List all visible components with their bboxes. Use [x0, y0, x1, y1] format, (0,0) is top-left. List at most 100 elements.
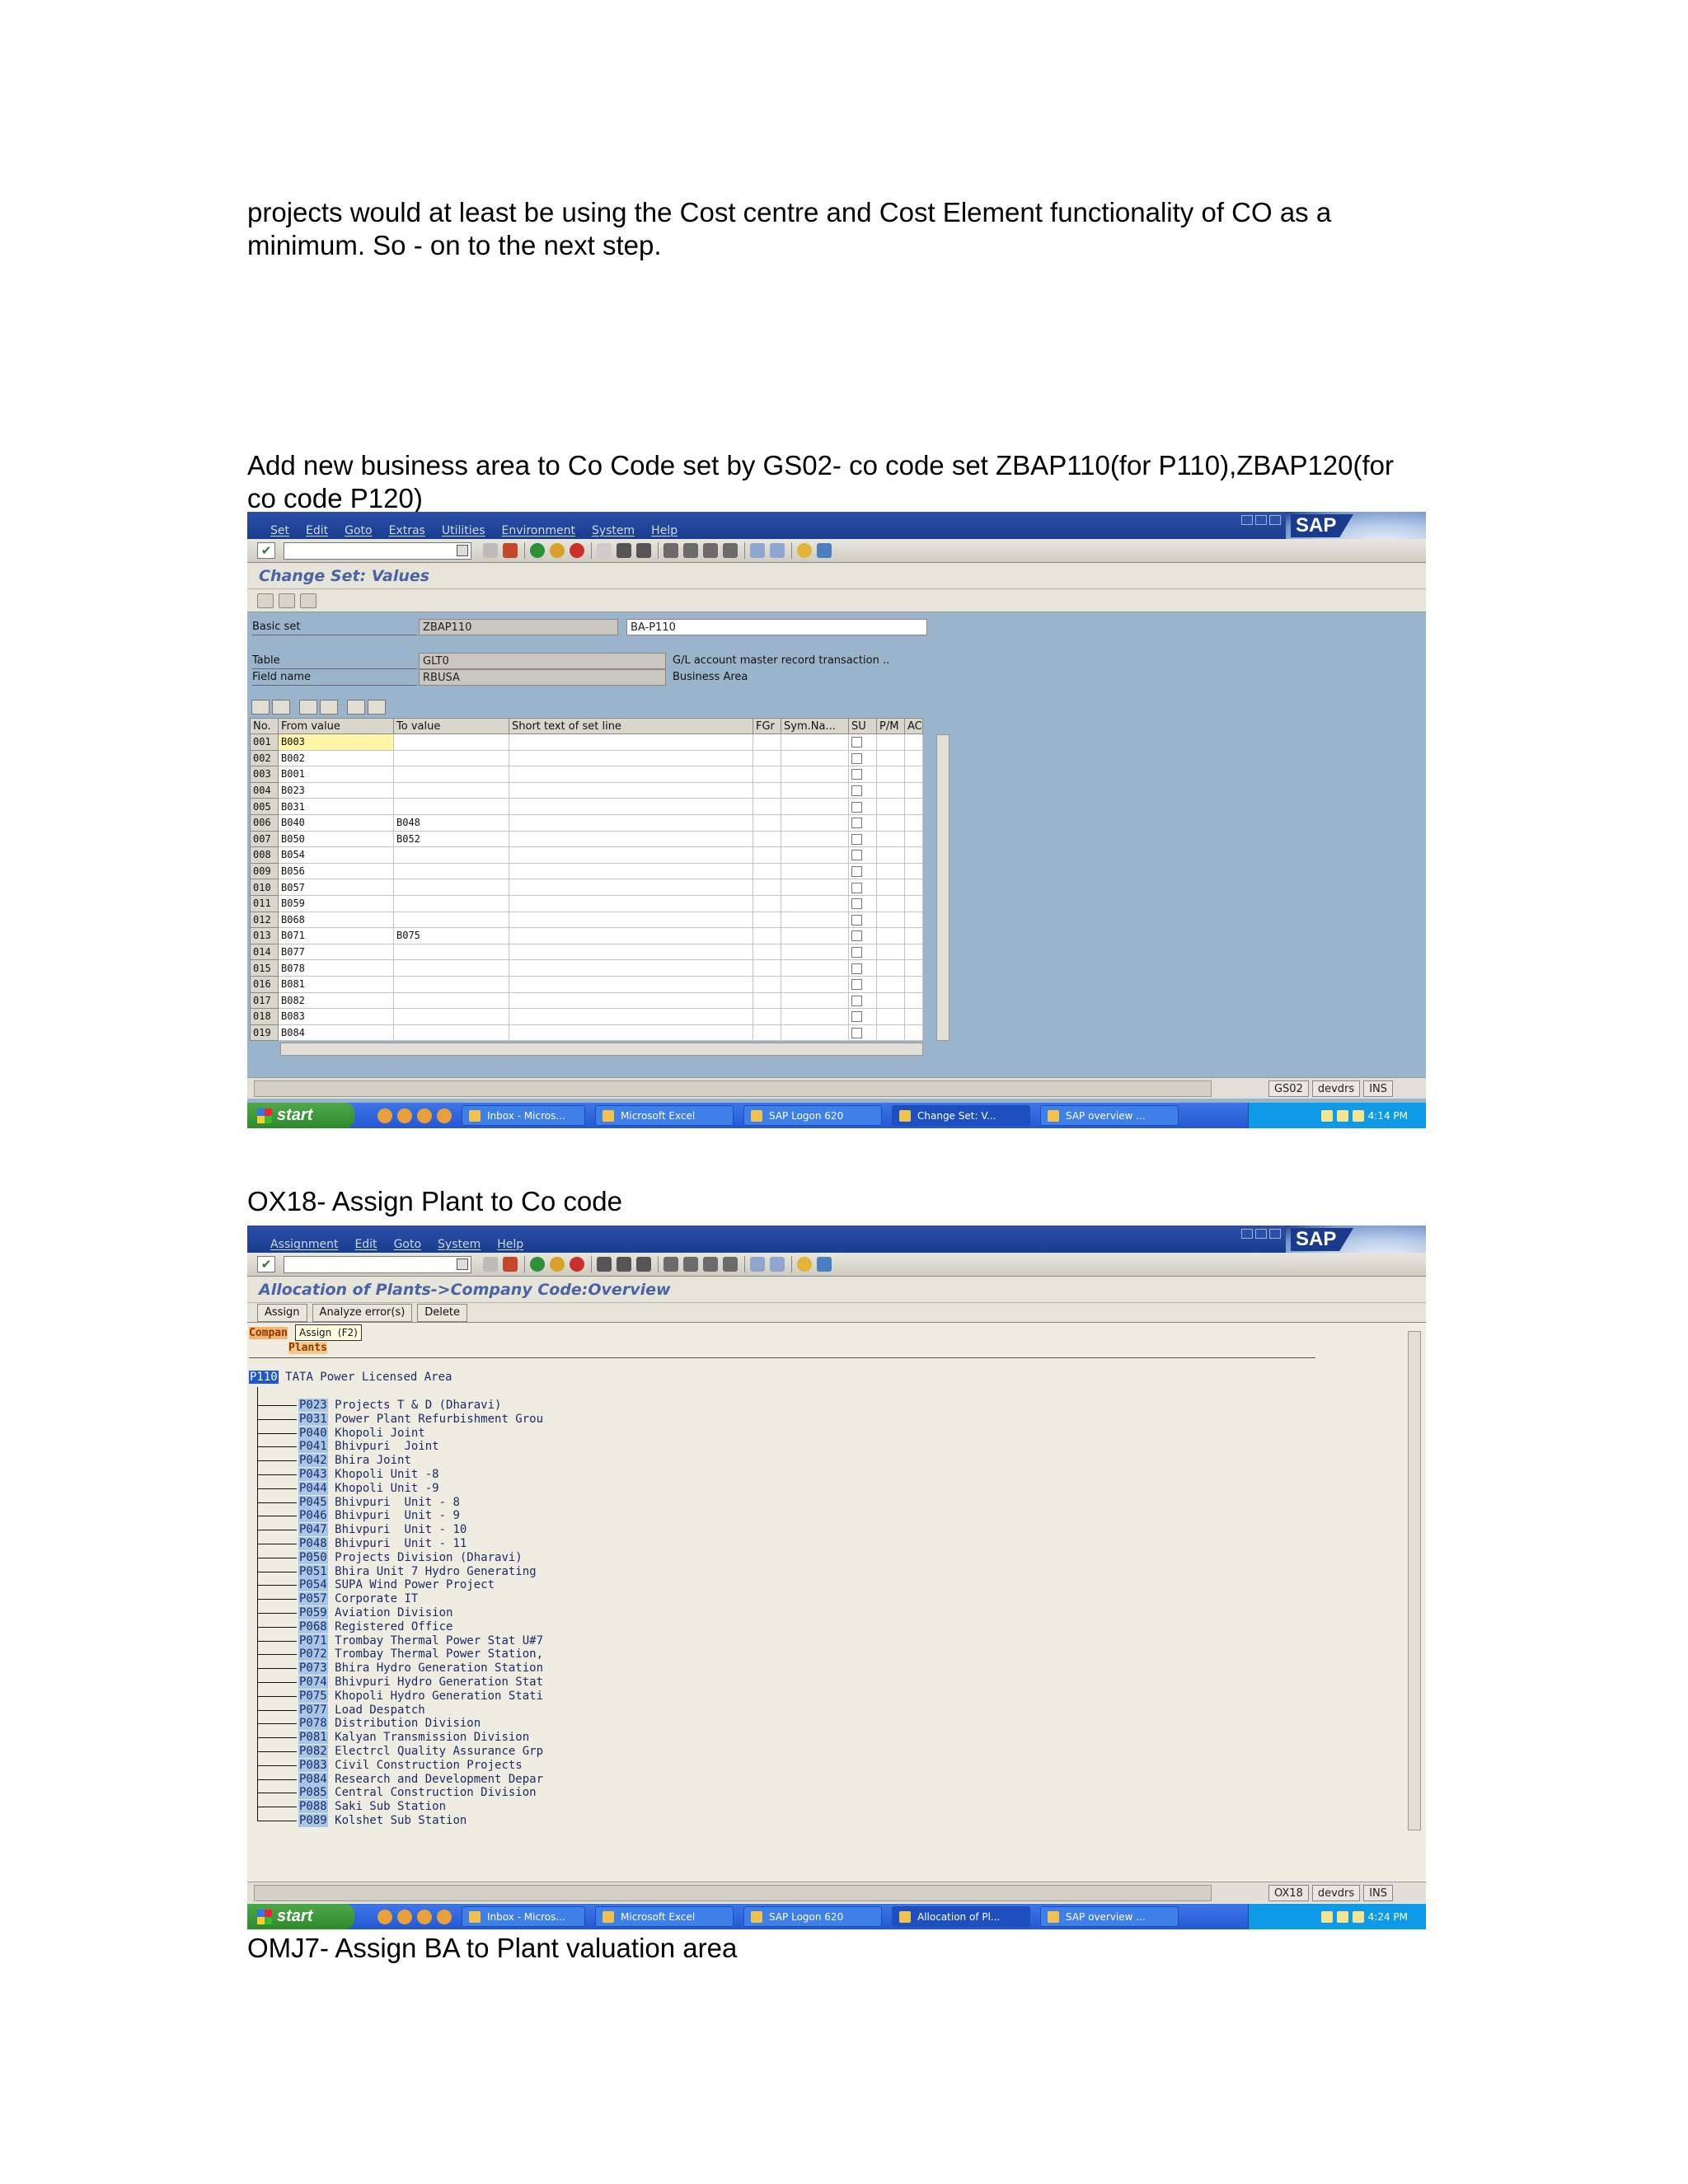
- print-icon[interactable]: [597, 543, 612, 558]
- su-checkbox[interactable]: [851, 947, 862, 958]
- su-checkbox-cell[interactable]: [848, 943, 877, 961]
- su-checkbox[interactable]: [851, 1011, 862, 1023]
- plant-code[interactable]: P085: [298, 1786, 328, 1800]
- to-value-cell[interactable]: [393, 846, 509, 864]
- plant-code[interactable]: P089: [298, 1814, 328, 1827]
- ac-cell[interactable]: [904, 1024, 923, 1042]
- from-value-cell[interactable]: B071: [278, 927, 394, 944]
- su-checkbox-cell[interactable]: [848, 991, 877, 1010]
- su-checkbox[interactable]: [851, 898, 862, 910]
- su-checkbox-cell[interactable]: [848, 1024, 877, 1042]
- table-horizontal-scrollbar[interactable]: [280, 1043, 923, 1056]
- taskbar-button[interactable]: SAP Logon 620: [743, 1105, 882, 1126]
- su-checkbox-cell[interactable]: [848, 733, 877, 751]
- back-icon[interactable]: [530, 1257, 545, 1272]
- menu-item-system[interactable]: System: [438, 1238, 481, 1251]
- plant-row[interactable]: P048 Bhivpuri Unit - 11: [298, 1537, 467, 1550]
- plant-code[interactable]: P051: [298, 1564, 328, 1578]
- text-cell[interactable]: [509, 1024, 753, 1042]
- text-cell[interactable]: [753, 798, 781, 815]
- taskbar-button[interactable]: Change Set: V...: [892, 1105, 1030, 1126]
- desktop-icon[interactable]: [437, 1108, 452, 1123]
- plant-row[interactable]: P040 Khopoli Joint: [298, 1426, 425, 1440]
- plant-code[interactable]: P046: [298, 1509, 328, 1523]
- to-value-cell[interactable]: [393, 959, 509, 977]
- text-cell[interactable]: [781, 879, 849, 896]
- plant-code[interactable]: P050: [298, 1550, 328, 1564]
- plant-code[interactable]: P042: [298, 1454, 328, 1468]
- plant-row[interactable]: P051 Bhira Unit 7 Hydro Generating: [298, 1564, 537, 1578]
- text-cell[interactable]: [753, 830, 781, 848]
- find-next-icon[interactable]: [636, 543, 651, 558]
- plant-row[interactable]: P042 Bhira Joint: [298, 1454, 411, 1468]
- su-checkbox-cell[interactable]: [848, 749, 877, 767]
- su-checkbox[interactable]: [851, 882, 862, 893]
- text-cell[interactable]: [509, 830, 753, 848]
- ac-cell[interactable]: [904, 781, 923, 799]
- su-checkbox[interactable]: [851, 818, 862, 829]
- from-value-cell[interactable]: B003: [278, 733, 394, 751]
- company-code-row[interactable]: P110 TATA Power Licensed Area: [249, 1371, 452, 1384]
- text-cell[interactable]: [781, 927, 849, 944]
- ac-cell[interactable]: [904, 975, 923, 993]
- first-page-icon[interactable]: [663, 1257, 678, 1272]
- su-checkbox-cell[interactable]: [848, 1008, 877, 1025]
- ac-cell[interactable]: [904, 798, 923, 815]
- plant-code[interactable]: P059: [298, 1606, 328, 1619]
- status-transaction[interactable]: OX18: [1268, 1884, 1309, 1901]
- select-all-icon[interactable]: [299, 700, 317, 715]
- previous-page-icon[interactable]: [683, 543, 698, 558]
- plant-row[interactable]: P074 Bhivpuri Hydro Generation Stat: [298, 1675, 543, 1689]
- su-checkbox[interactable]: [851, 737, 862, 748]
- from-value-cell[interactable]: B054: [278, 846, 394, 864]
- taskbar-button[interactable]: SAP overview ...: [1040, 1906, 1179, 1927]
- text-cell[interactable]: [753, 911, 781, 929]
- save-icon[interactable]: [503, 1257, 518, 1272]
- text-cell[interactable]: [781, 911, 849, 929]
- column-header[interactable]: Sym.Na...: [781, 718, 849, 734]
- plant-row[interactable]: P073 Bhira Hydro Generation Station: [298, 1661, 543, 1675]
- to-value-cell[interactable]: [393, 1008, 509, 1025]
- text-cell[interactable]: [753, 879, 781, 896]
- ac-cell[interactable]: [904, 766, 923, 783]
- to-value-cell[interactable]: B075: [393, 927, 509, 944]
- from-value-cell[interactable]: B050: [278, 830, 394, 848]
- from-value-cell[interactable]: B083: [278, 1008, 394, 1025]
- ac-cell[interactable]: [904, 879, 923, 896]
- plant-code[interactable]: P041: [298, 1440, 328, 1454]
- plant-row[interactable]: P068 Registered Office: [298, 1619, 452, 1633]
- plant-code[interactable]: P048: [298, 1537, 328, 1550]
- su-checkbox-cell[interactable]: [848, 846, 877, 864]
- plant-code[interactable]: P057: [298, 1592, 328, 1606]
- deselect-all-icon[interactable]: [320, 700, 338, 715]
- su-checkbox[interactable]: [851, 833, 862, 845]
- text-cell[interactable]: [509, 975, 753, 993]
- pm-cell[interactable]: [876, 846, 905, 864]
- text-cell[interactable]: [509, 813, 753, 832]
- column-header[interactable]: FGr: [753, 718, 781, 734]
- su-checkbox[interactable]: [851, 785, 862, 797]
- taskbar-button[interactable]: SAP Logon 620: [743, 1906, 882, 1927]
- column-header[interactable]: P/M: [876, 718, 905, 734]
- insert-row-icon[interactable]: [251, 700, 270, 715]
- cancel-icon[interactable]: [570, 543, 584, 558]
- to-value-cell[interactable]: [393, 991, 509, 1010]
- window-controls[interactable]: [1241, 515, 1281, 525]
- plant-code[interactable]: P044: [298, 1481, 328, 1495]
- plant-row[interactable]: P089 Kolshet Sub Station: [298, 1814, 467, 1827]
- su-checkbox-cell[interactable]: [848, 862, 877, 880]
- su-checkbox[interactable]: [851, 769, 862, 780]
- plant-row[interactable]: P082 Electrcl Quality Assurance Grp: [298, 1745, 543, 1758]
- pm-cell[interactable]: [876, 991, 905, 1010]
- desktop-icon[interactable]: [437, 1909, 452, 1924]
- plant-row[interactable]: P085 Central Construction Division: [298, 1786, 537, 1800]
- pm-cell[interactable]: [876, 894, 905, 912]
- basic-set-description-field[interactable]: BA-P110: [626, 619, 927, 635]
- text-cell[interactable]: [753, 943, 781, 961]
- ac-cell[interactable]: [904, 749, 923, 767]
- text-cell[interactable]: [753, 894, 781, 912]
- plant-code[interactable]: P031: [298, 1412, 328, 1426]
- text-cell[interactable]: [781, 991, 849, 1010]
- text-cell[interactable]: [509, 1008, 753, 1025]
- text-cell[interactable]: [753, 927, 781, 944]
